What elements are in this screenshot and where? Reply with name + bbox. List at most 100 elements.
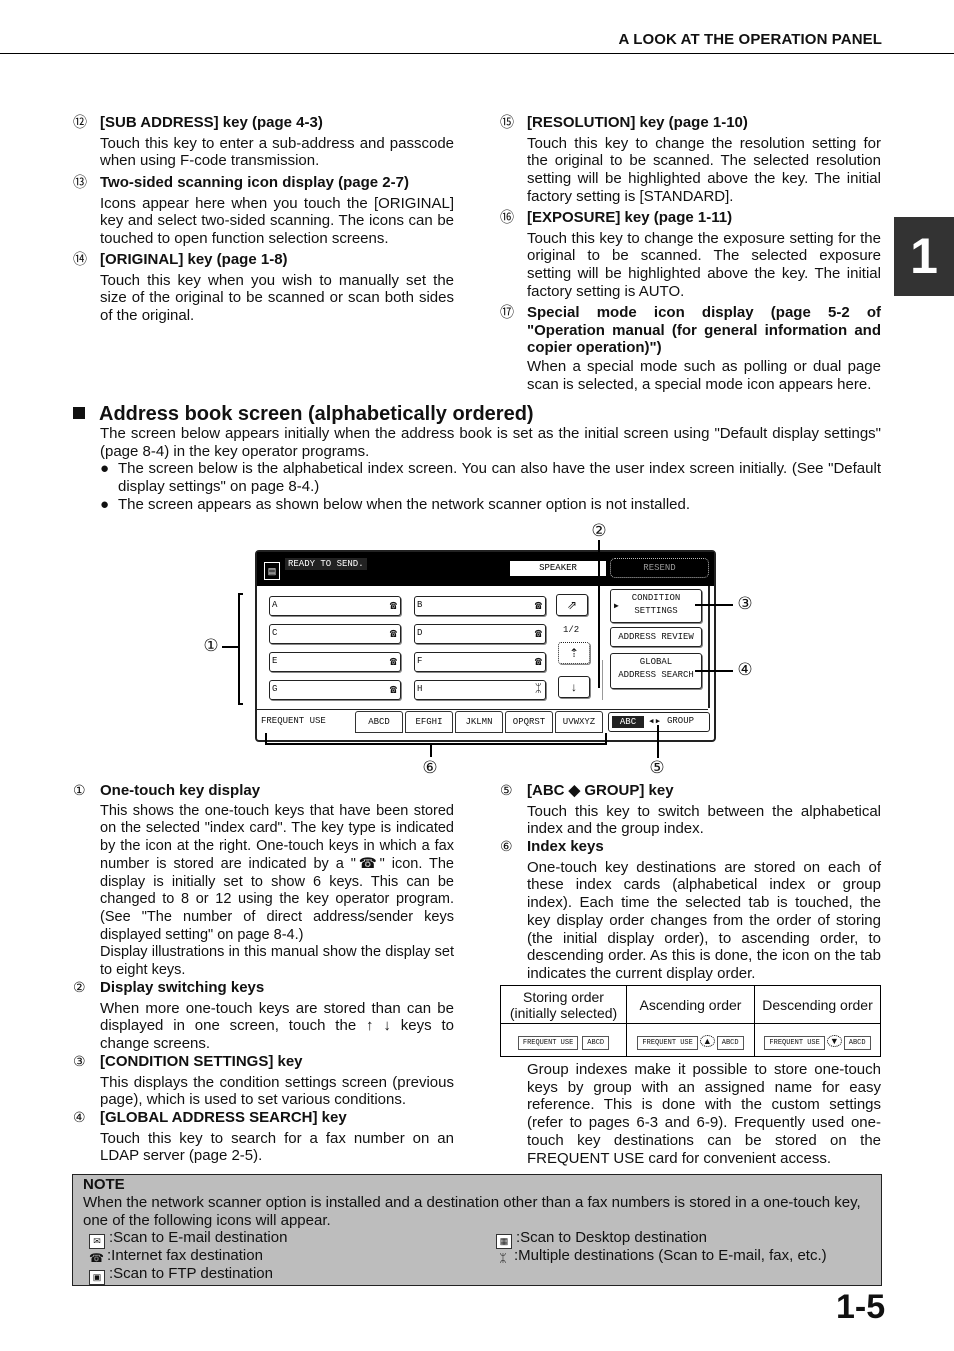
item-body-extra: Display illustrations in this manual sho…	[100, 944, 454, 979]
fax-icon: ☎	[389, 655, 397, 669]
global-line-2: ADDRESS SEARCH	[618, 670, 694, 680]
item-number: ⑫	[73, 114, 87, 130]
item-heading: [ORIGINAL] key (page 1-8)	[100, 251, 288, 268]
key-label: F	[417, 656, 423, 666]
item-number: ⑥	[500, 838, 513, 854]
fax-icon: ☎	[389, 683, 397, 697]
tab-frequent-use[interactable]: FREQUENT USE	[261, 711, 351, 731]
note-icon-row: ☎:Internet fax destination	[89, 1247, 263, 1265]
one-touch-key-a[interactable]: A ☎	[269, 596, 401, 616]
header-rule	[0, 53, 954, 54]
status-bar: ▤ READY TO SEND. SPEAKER RESEND	[257, 552, 714, 586]
key-label: G	[272, 684, 278, 694]
note-heading: NOTE	[83, 1176, 125, 1193]
callout-1: ①	[203, 636, 219, 655]
address-book-icon: ▤	[264, 562, 280, 580]
one-touch-key-b[interactable]: B ☎	[414, 596, 546, 616]
item-heading: Two-sided scanning icon display (page 2-…	[100, 174, 409, 191]
tab-jklmn[interactable]: JKLMN	[455, 711, 503, 733]
intro-paragraph: The screen below appears initially when …	[100, 425, 881, 460]
bracket-1	[238, 593, 243, 705]
condition-line-2: SETTINGS	[634, 606, 678, 616]
icon-label: :Internet fax destination	[107, 1247, 263, 1264]
item-body: One-touch key destinations are stored on…	[527, 858, 881, 982]
leader-4	[695, 670, 733, 672]
callout-3: ③	[737, 594, 753, 613]
one-touch-key-h[interactable]: Hᛯ	[414, 680, 546, 700]
item-number: ⑤	[500, 782, 513, 798]
condition-settings-button[interactable]: ▶ CONDITION SETTINGS	[610, 589, 702, 623]
item-heading: Special mode icon display (page 5-2 of "…	[527, 304, 881, 357]
callout-2: ②	[591, 521, 607, 540]
tab-abcd[interactable]: ABCD	[355, 711, 403, 733]
address-review-button[interactable]: ADDRESS REVIEW	[610, 627, 702, 647]
mini-tab-abcd: ABCD	[582, 1035, 610, 1050]
arrow-up-icon: ⇡	[568, 646, 580, 660]
key-label: B	[417, 600, 423, 610]
section-intro: The screen below appears initially when …	[100, 425, 881, 514]
running-header: A LOOK AT THE OPERATION PANEL	[618, 31, 882, 48]
one-touch-key-e[interactable]: E ☎	[269, 652, 401, 672]
item-heading: [GLOBAL ADDRESS SEARCH] key	[100, 1109, 347, 1126]
address-edit-icon: ⇗	[566, 598, 578, 612]
item-number: ⑰	[500, 304, 514, 320]
item-heading: [CONDITION SETTINGS] key	[100, 1053, 303, 1070]
sub-address-button[interactable]: ⇗	[556, 594, 588, 616]
item-index-keys: ⑥ Index keys One-touch key destinations a…	[500, 838, 881, 983]
fax-icon: ☎	[389, 627, 397, 641]
page-number: 1-5	[836, 1288, 886, 1326]
section-title-text: Address book screen (alphabetically orde…	[99, 403, 534, 425]
leader-2	[598, 540, 600, 688]
item-global-search: ④ [GLOBAL ADDRESS SEARCH] key Touch this …	[73, 1109, 454, 1165]
one-touch-key-d[interactable]: D ☎	[414, 624, 546, 644]
page-down-button[interactable]: ↓	[558, 676, 590, 698]
item-number: ⑮	[500, 114, 514, 130]
item-heading: [SUB ADDRESS] key (page 4-3)	[100, 114, 323, 131]
address-book-screen: ▤ READY TO SEND. SPEAKER RESEND A ☎ B ☎ C ☎…	[255, 550, 716, 742]
bullet-text: The screen below is the alphabetical ind…	[118, 460, 881, 496]
descending-icon: ▼	[826, 1034, 842, 1047]
item-body: Touch this key to change the resolution …	[527, 134, 881, 205]
chapter-tab: 1	[894, 217, 954, 296]
item-two-sided: ⑬ Two-sided scanning icon display (page 2…	[73, 174, 454, 248]
mini-tab-frequent: FREQUENT USE	[517, 1035, 579, 1050]
icon-label: :Scan to Desktop destination	[516, 1229, 707, 1246]
page-up-button[interactable]: ⇡	[558, 642, 590, 664]
arrow-down-icon: ↓	[571, 680, 577, 694]
mini-tab-abcd: ABCD	[843, 1035, 871, 1050]
abc-group-toggle[interactable]: ABC ◂▸ GROUP	[608, 712, 710, 732]
tab-opqrst[interactable]: OPQRST	[505, 711, 553, 733]
key-label: E	[272, 656, 278, 666]
square-bullet-icon	[73, 407, 85, 419]
group-label: GROUP	[667, 716, 695, 726]
mini-tab-frequent: FREQUENT USE	[764, 1035, 825, 1050]
header-ascending-order: Ascending order	[626, 985, 755, 1024]
item-number: ②	[73, 979, 86, 995]
multiple-destinations-icon: ᛯ	[499, 1251, 507, 1265]
fax-icon: ☎	[389, 599, 397, 613]
bullet-icon: ●	[100, 460, 110, 478]
resend-button[interactable]: RESEND	[610, 558, 709, 578]
item-heading: One-touch key display	[100, 782, 261, 799]
item-one-touch-display: ① One-touch key display This shows the on…	[73, 782, 454, 980]
callout-4: ④	[737, 660, 753, 679]
speaker-button[interactable]: SPEAKER	[510, 561, 606, 576]
ascending-order-example: FREQUENT USE ▲ ABCD	[626, 1023, 755, 1057]
item-heading: [EXPOSURE] key (page 1-11)	[527, 209, 733, 226]
item-number: ⑭	[73, 251, 87, 267]
bullet-item: ● The screen appears as shown below when …	[100, 496, 881, 514]
mini-tab-frequent: FREQUENT USE	[637, 1035, 698, 1050]
one-touch-key-g[interactable]: G ☎	[269, 680, 401, 700]
switch-arrows-icon: ◂▸	[648, 716, 662, 728]
item-body: When a special mode such as polling or d…	[527, 358, 881, 393]
item-original: ⑭ [ORIGINAL] key (page 1-8) Touch this ke…	[73, 251, 454, 325]
global-address-search-button[interactable]: GLOBAL ADDRESS SEARCH	[610, 653, 702, 689]
tab-efghi[interactable]: EFGHI	[405, 711, 453, 733]
one-touch-key-f[interactable]: F ☎	[414, 652, 546, 672]
bullet-text: The screen appears as shown below when t…	[118, 495, 690, 513]
one-touch-key-c[interactable]: C ☎	[269, 624, 401, 644]
item-display-switching: ② Display switching keys When more one-to…	[73, 979, 454, 1053]
key-label: A	[272, 600, 278, 610]
callout-6: ⑥	[422, 758, 438, 777]
tab-uvwxyz[interactable]: UVWXYZ	[555, 711, 603, 733]
